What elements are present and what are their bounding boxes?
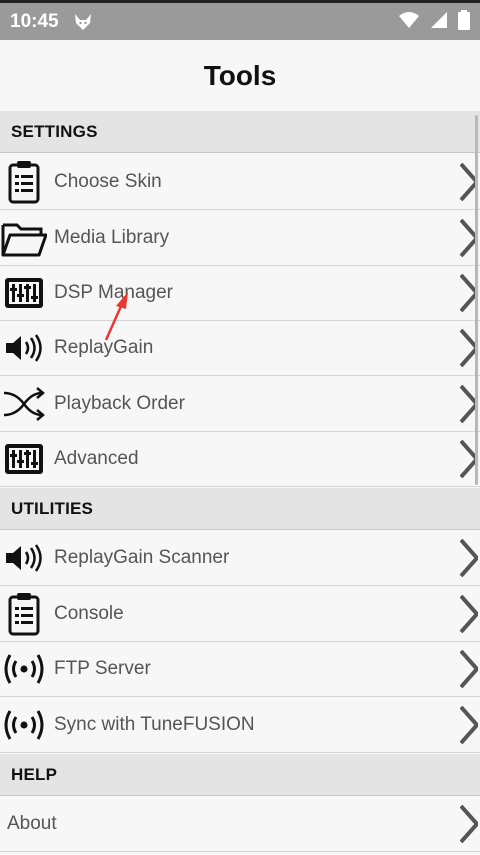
settings-item-playback-order[interactable]: Playback Order — [0, 377, 480, 432]
row-label: DSP Manager — [54, 282, 173, 303]
wifi-icon — [398, 11, 420, 34]
chevron-right-icon — [460, 595, 478, 633]
folder-icon — [0, 214, 48, 262]
settings-item-dsp-manager[interactable]: DSP Manager — [0, 266, 480, 321]
chevron-right-icon — [460, 539, 478, 577]
signal-icon — [430, 11, 448, 34]
settings-item-advanced[interactable]: Advanced — [0, 432, 480, 487]
broadcast-icon — [0, 645, 48, 693]
fox-icon — [73, 12, 93, 32]
shuffle-icon — [0, 380, 48, 428]
row-label: ReplayGain — [54, 337, 154, 358]
row-label: Media Library — [54, 227, 170, 248]
row-label: ReplayGain Scanner — [54, 547, 230, 568]
status-bar: 10:45 — [0, 0, 480, 40]
row-label: Sync with TuneFUSION — [54, 714, 255, 735]
row-label: About — [7, 813, 57, 834]
battery-icon — [458, 10, 470, 35]
status-time: 10:45 — [10, 10, 59, 32]
utilities-item-console[interactable]: Console — [0, 587, 480, 642]
chevron-right-icon — [460, 805, 478, 843]
help-item-about[interactable]: About — [0, 797, 480, 852]
utilities-item-sync-tunefusion[interactable]: Sync with TuneFUSION — [0, 698, 480, 753]
clipboard-icon — [0, 158, 48, 206]
clipboard-icon — [0, 590, 48, 638]
scrollbar[interactable] — [475, 115, 478, 485]
section-header-help: HELP — [0, 754, 480, 796]
utilities-item-ftp-server[interactable]: FTP Server — [0, 642, 480, 697]
broadcast-icon — [0, 701, 48, 749]
chevron-right-icon — [460, 706, 478, 744]
row-label: Console — [54, 603, 124, 624]
title-bar: Tools — [0, 40, 480, 111]
equalizer-icon — [0, 269, 48, 317]
row-label: Advanced — [54, 448, 139, 469]
section-header-utilities: UTILITIES — [0, 488, 480, 530]
utilities-item-replaygain-scanner[interactable]: ReplayGain Scanner — [0, 531, 480, 586]
row-label: Playback Order — [54, 393, 185, 414]
chevron-right-icon — [460, 650, 478, 688]
page-title: Tools — [203, 59, 277, 91]
row-label: Choose Skin — [54, 171, 162, 192]
speaker-icon — [0, 324, 48, 372]
settings-item-replaygain[interactable]: ReplayGain — [0, 321, 480, 376]
speaker-icon — [0, 534, 48, 582]
section-header-settings: SETTINGS — [0, 111, 480, 153]
settings-item-media-library[interactable]: Media Library — [0, 211, 480, 266]
settings-item-choose-skin[interactable]: Choose Skin — [0, 155, 480, 210]
equalizer-icon — [0, 435, 48, 483]
row-label: FTP Server — [54, 658, 151, 679]
